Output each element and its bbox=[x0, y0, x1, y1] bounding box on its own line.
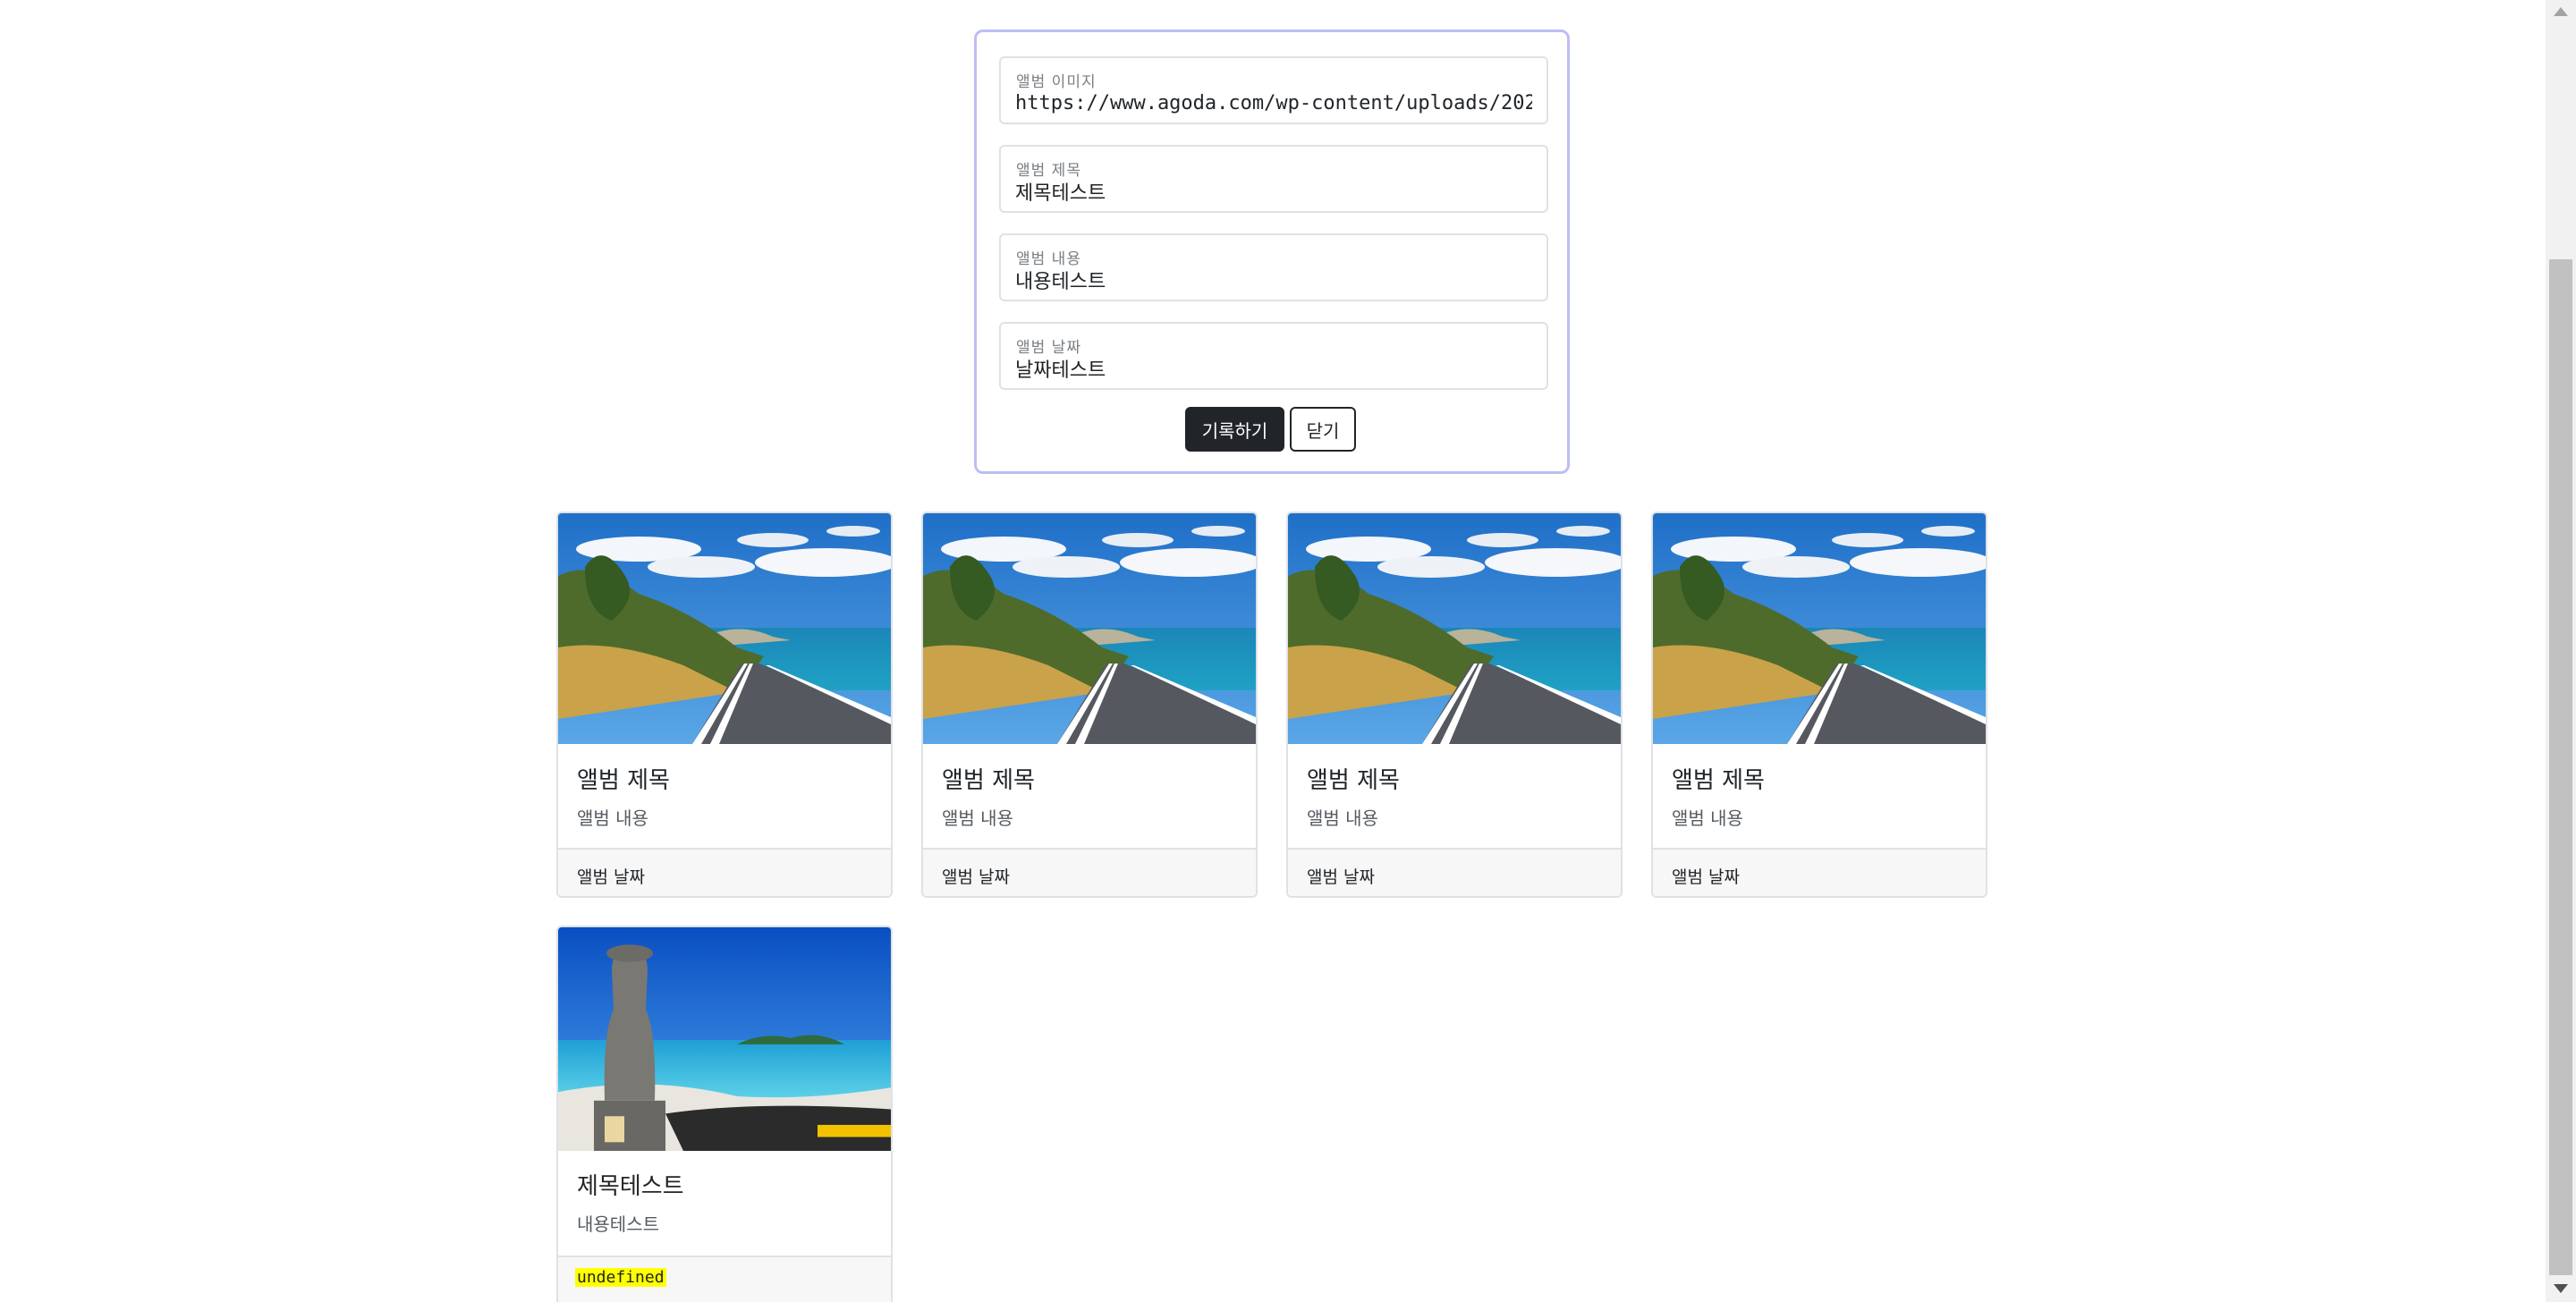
album-card[interactable]: 앨범 제목 앨범 내용 앨범 날짜 bbox=[921, 512, 1258, 898]
card-image bbox=[558, 927, 891, 1151]
coastal-road-photo bbox=[1288, 513, 1621, 744]
card-image bbox=[558, 513, 891, 744]
card-date: 앨범 날짜 bbox=[577, 867, 645, 887]
card-image bbox=[1653, 513, 1986, 744]
card-image bbox=[1288, 513, 1621, 744]
album-form: 앨범 이미지 앨범 제목 앨범 내용 앨범 날짜 기록하기 닫기 bbox=[974, 30, 1570, 474]
coastal-road-photo bbox=[1653, 513, 1986, 744]
card-date: 앨범 날짜 bbox=[1307, 867, 1375, 887]
scroll-down-arrow-icon[interactable] bbox=[2554, 1284, 2568, 1293]
card-content: 내용테스트 bbox=[577, 1213, 659, 1235]
card-footer: 앨범 날짜 bbox=[558, 848, 891, 896]
card-date: undefined bbox=[575, 1268, 666, 1287]
image-url-field[interactable]: 앨범 이미지 bbox=[999, 56, 1548, 124]
card-title: 앨범 제목 bbox=[577, 767, 670, 794]
card-footer: 앨범 날짜 bbox=[1653, 848, 1986, 896]
submit-button[interactable]: 기록하기 bbox=[1185, 407, 1284, 452]
date-input[interactable] bbox=[1015, 354, 1532, 383]
coastal-road-photo bbox=[923, 513, 1256, 744]
scroll-thumb[interactable] bbox=[2549, 259, 2572, 1275]
album-card[interactable]: 앨범 제목 앨범 내용 앨범 날짜 bbox=[556, 512, 893, 898]
card-content: 앨범 내용 bbox=[1307, 807, 1378, 829]
card-image bbox=[923, 513, 1256, 744]
album-card[interactable]: 앨범 제목 앨범 내용 앨범 날짜 bbox=[1651, 512, 1987, 898]
date-field[interactable]: 앨범 날짜 bbox=[999, 322, 1548, 390]
card-content: 앨범 내용 bbox=[942, 807, 1013, 829]
album-card[interactable]: 제목테스트 내용테스트 undefined bbox=[556, 926, 893, 1302]
card-content: 앨범 내용 bbox=[577, 807, 648, 829]
coastal-road-photo bbox=[558, 513, 891, 744]
card-content: 앨범 내용 bbox=[1672, 807, 1743, 829]
content-field[interactable]: 앨범 내용 bbox=[999, 233, 1548, 301]
card-date: 앨범 날짜 bbox=[942, 867, 1010, 887]
card-title: 앨범 제목 bbox=[1672, 767, 1765, 794]
card-title: 앨범 제목 bbox=[1307, 767, 1400, 794]
scroll-up-arrow-icon[interactable] bbox=[2554, 7, 2568, 16]
card-date: 앨범 날짜 bbox=[1672, 867, 1740, 887]
card-footer: 앨범 날짜 bbox=[1288, 848, 1621, 896]
jeju-stone-statue-photo bbox=[558, 927, 891, 1151]
title-input[interactable] bbox=[1015, 177, 1532, 206]
vertical-scrollbar[interactable] bbox=[2546, 0, 2576, 1302]
close-button[interactable]: 닫기 bbox=[1290, 407, 1356, 452]
card-title: 제목테스트 bbox=[577, 1173, 684, 1200]
card-footer: undefined bbox=[558, 1256, 891, 1302]
card-title: 앨범 제목 bbox=[942, 767, 1035, 794]
title-field[interactable]: 앨범 제목 bbox=[999, 145, 1548, 213]
image-url-input[interactable] bbox=[1015, 89, 1532, 117]
content-input[interactable] bbox=[1015, 266, 1532, 294]
album-card[interactable]: 앨범 제목 앨범 내용 앨범 날짜 bbox=[1286, 512, 1623, 898]
card-footer: 앨범 날짜 bbox=[923, 848, 1256, 896]
